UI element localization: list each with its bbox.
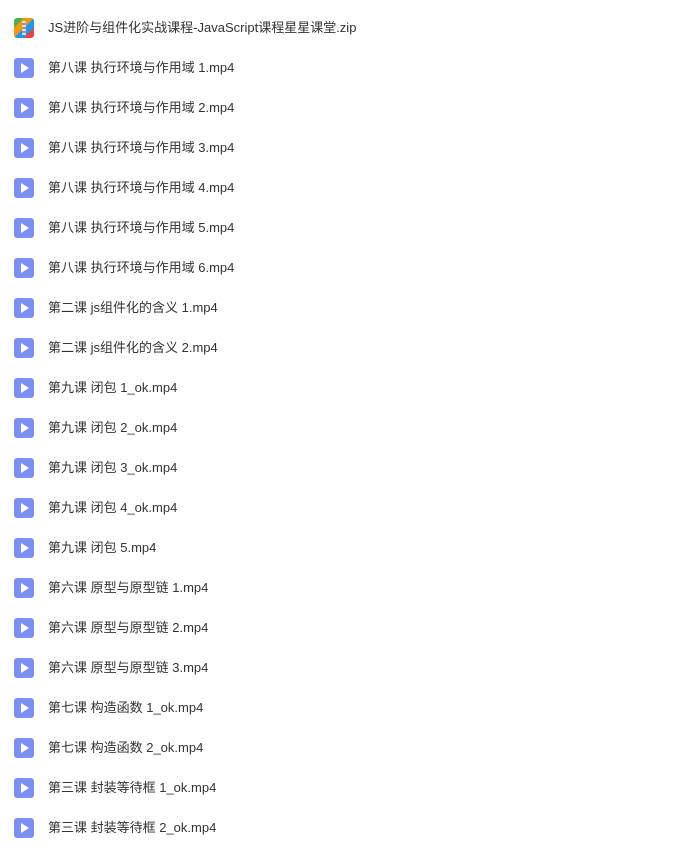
file-item[interactable]: 第九课 闭包 4_ok.mp4	[0, 488, 686, 528]
file-name: 第七课 构造函数 1_ok.mp4	[48, 699, 203, 717]
video-icon	[14, 458, 34, 478]
file-name: 第八课 执行环境与作用域 3.mp4	[48, 139, 234, 157]
file-item[interactable]: 第八课 执行环境与作用域 1.mp4	[0, 48, 686, 88]
file-name: 第八课 执行环境与作用域 4.mp4	[48, 179, 234, 197]
file-item[interactable]: 第八课 执行环境与作用域 2.mp4	[0, 88, 686, 128]
video-icon	[14, 778, 34, 798]
video-icon	[14, 698, 34, 718]
video-icon	[14, 378, 34, 398]
file-name: 第六课 原型与原型链 1.mp4	[48, 579, 208, 597]
file-name: 第八课 执行环境与作用域 6.mp4	[48, 259, 234, 277]
video-icon	[14, 618, 34, 638]
file-name: 第三课 封装等待框 2_ok.mp4	[48, 819, 216, 837]
file-item[interactable]: 第八课 执行环境与作用域 4.mp4	[0, 168, 686, 208]
file-name: 第九课 闭包 5.mp4	[48, 539, 156, 557]
file-item[interactable]: 第二课 js组件化的含义 2.mp4	[0, 328, 686, 368]
video-icon	[14, 298, 34, 318]
video-icon	[14, 58, 34, 78]
archive-icon	[14, 18, 34, 38]
file-name: 第九课 闭包 2_ok.mp4	[48, 419, 177, 437]
file-list: JS进阶与组件化实战课程-JavaScript课程星星课堂.zip 第八课 执行环…	[0, 8, 686, 848]
file-item[interactable]: 第三课 封装等待框 2_ok.mp4	[0, 808, 686, 848]
video-icon	[14, 138, 34, 158]
video-icon	[14, 418, 34, 438]
file-name: 第二课 js组件化的含义 1.mp4	[48, 299, 218, 317]
file-item[interactable]: 第九课 闭包 5.mp4	[0, 528, 686, 568]
file-item[interactable]: 第八课 执行环境与作用域 3.mp4	[0, 128, 686, 168]
file-name: 第三课 封装等待框 1_ok.mp4	[48, 779, 216, 797]
file-item[interactable]: 第六课 原型与原型链 3.mp4	[0, 648, 686, 688]
video-icon	[14, 578, 34, 598]
file-name: 第八课 执行环境与作用域 5.mp4	[48, 219, 234, 237]
file-item[interactable]: 第二课 js组件化的含义 1.mp4	[0, 288, 686, 328]
video-icon	[14, 338, 34, 358]
video-icon	[14, 658, 34, 678]
video-icon	[14, 818, 34, 838]
video-icon	[14, 218, 34, 238]
file-item[interactable]: 第七课 构造函数 1_ok.mp4	[0, 688, 686, 728]
video-icon	[14, 258, 34, 278]
video-icon	[14, 538, 34, 558]
file-item[interactable]: 第九课 闭包 1_ok.mp4	[0, 368, 686, 408]
video-icon	[14, 178, 34, 198]
file-name: 第九课 闭包 1_ok.mp4	[48, 379, 177, 397]
file-name: 第七课 构造函数 2_ok.mp4	[48, 739, 203, 757]
file-name: 第九课 闭包 3_ok.mp4	[48, 459, 177, 477]
file-item[interactable]: 第六课 原型与原型链 2.mp4	[0, 608, 686, 648]
file-name: 第九课 闭包 4_ok.mp4	[48, 499, 177, 517]
video-icon	[14, 498, 34, 518]
file-item[interactable]: 第九课 闭包 2_ok.mp4	[0, 408, 686, 448]
file-name: 第八课 执行环境与作用域 1.mp4	[48, 59, 234, 77]
video-icon	[14, 98, 34, 118]
file-name: 第八课 执行环境与作用域 2.mp4	[48, 99, 234, 117]
file-name: 第二课 js组件化的含义 2.mp4	[48, 339, 218, 357]
file-item[interactable]: 第七课 构造函数 2_ok.mp4	[0, 728, 686, 768]
file-item[interactable]: JS进阶与组件化实战课程-JavaScript课程星星课堂.zip	[0, 8, 686, 48]
file-item[interactable]: 第三课 封装等待框 1_ok.mp4	[0, 768, 686, 808]
file-item[interactable]: 第八课 执行环境与作用域 6.mp4	[0, 248, 686, 288]
file-item[interactable]: 第六课 原型与原型链 1.mp4	[0, 568, 686, 608]
file-name: 第六课 原型与原型链 3.mp4	[48, 659, 208, 677]
file-item[interactable]: 第八课 执行环境与作用域 5.mp4	[0, 208, 686, 248]
video-icon	[14, 738, 34, 758]
file-item[interactable]: 第九课 闭包 3_ok.mp4	[0, 448, 686, 488]
file-name: 第六课 原型与原型链 2.mp4	[48, 619, 208, 637]
file-name: JS进阶与组件化实战课程-JavaScript课程星星课堂.zip	[48, 19, 356, 37]
